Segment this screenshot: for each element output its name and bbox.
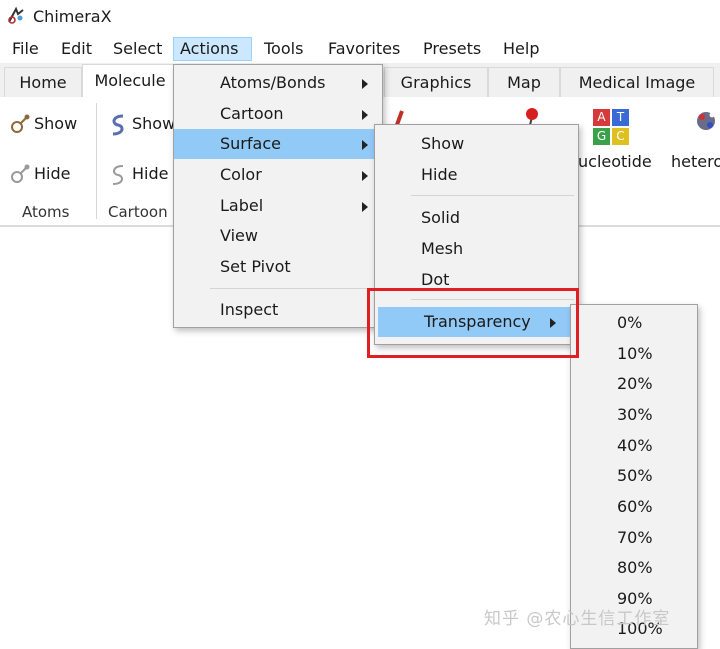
cartoon-hide-icon — [112, 165, 124, 185]
menu-file[interactable]: File — [6, 37, 45, 61]
menu-item-atoms-bonds[interactable]: Atoms/Bonds — [174, 68, 382, 98]
menu-item-surface-show[interactable]: Show — [375, 129, 578, 159]
menu-item-label: 60% — [617, 497, 653, 516]
menu-item-label-submenu[interactable]: Label — [174, 191, 382, 221]
menu-item-surface-hide[interactable]: Hide — [375, 160, 578, 190]
submenu-arrow-icon — [362, 202, 368, 212]
atoms-show-icon — [11, 114, 30, 133]
menu-item-label: Inspect — [220, 300, 279, 319]
menu-item-label: Surface — [220, 134, 281, 153]
menu-item-label: Show — [421, 134, 465, 153]
menu-item-label: Solid — [421, 208, 460, 227]
nucleotide-icon[interactable]: A T G C — [593, 109, 629, 145]
cartoon-show-icon — [112, 114, 124, 136]
nucleotide-a-tile: A — [593, 109, 610, 126]
submenu-arrow-icon — [362, 110, 368, 120]
menu-item-label: 40% — [617, 436, 653, 455]
cartoon-group-label: Cartoon — [108, 203, 168, 221]
hetero-icon[interactable] — [694, 107, 720, 147]
menu-item-label: 50% — [617, 466, 653, 485]
menu-item-label: 0% — [617, 313, 643, 332]
menu-bar: File Edit Select Actions Tools Favorites… — [0, 34, 720, 62]
menu-item-surface[interactable]: Surface — [174, 129, 382, 159]
menu-item-cartoon[interactable]: Cartoon — [174, 99, 382, 129]
menu-item-transparency-10[interactable]: 10% — [571, 339, 697, 369]
atoms-hide-button[interactable]: Hide — [34, 164, 70, 183]
menu-item-set-pivot[interactable]: Set Pivot — [174, 252, 382, 282]
tab-home[interactable]: Home — [4, 67, 82, 97]
atoms-show-button[interactable]: Show — [34, 114, 77, 133]
menu-item-label: Hide — [421, 165, 458, 184]
menu-item-transparency-20[interactable]: 20% — [571, 369, 697, 399]
menu-item-label: Label — [220, 196, 264, 215]
menu-item-label: 80% — [617, 558, 653, 577]
menu-item-transparency-80[interactable]: 80% — [571, 553, 697, 583]
menu-item-label: Color — [220, 165, 262, 184]
submenu-arrow-icon — [362, 79, 368, 89]
tab-molecule[interactable]: Molecule — [82, 64, 178, 98]
menu-actions[interactable]: Actions — [173, 37, 252, 61]
hetero-button-label[interactable]: hetero — [671, 152, 720, 171]
cartoon-hide-button[interactable]: Hide — [132, 164, 168, 183]
menu-item-label: 30% — [617, 405, 653, 424]
ribbon-separator — [96, 103, 97, 219]
actions-dropdown-menu: Atoms/Bonds Cartoon Surface Color Label … — [173, 64, 383, 328]
window-title: ChimeraX — [33, 7, 112, 26]
submenu-arrow-icon — [362, 140, 368, 150]
menu-separator — [210, 288, 378, 289]
menu-item-color[interactable]: Color — [174, 160, 382, 190]
menu-item-transparency-70[interactable]: 70% — [571, 523, 697, 553]
menu-item-surface-solid[interactable]: Solid — [375, 203, 578, 233]
tab-map[interactable]: Map — [488, 67, 560, 97]
submenu-arrow-icon — [362, 171, 368, 181]
menu-item-surface-mesh[interactable]: Mesh — [375, 234, 578, 264]
tab-medical-image[interactable]: Medical Image — [560, 67, 714, 97]
menu-item-label: 20% — [617, 374, 653, 393]
nucleotide-c-tile: C — [612, 128, 629, 145]
menu-item-label: 70% — [617, 528, 653, 547]
menu-item-label: Mesh — [421, 239, 464, 258]
watermark-text: 知乎 @农心生信工作室 — [484, 609, 671, 629]
menu-favorites[interactable]: Favorites — [322, 37, 406, 61]
menu-item-inspect[interactable]: Inspect — [174, 295, 382, 325]
menu-tools[interactable]: Tools — [258, 37, 309, 61]
chimerax-logo-icon — [8, 6, 24, 24]
menu-item-label: Set Pivot — [220, 257, 291, 276]
menu-item-label: View — [220, 226, 258, 245]
menu-item-transparency-0[interactable]: 0% — [571, 308, 697, 338]
title-bar: ChimeraX — [0, 0, 720, 34]
menu-item-label: 10% — [617, 344, 653, 363]
menu-item-transparency-30[interactable]: 30% — [571, 400, 697, 430]
nucleotide-t-tile: T — [612, 109, 629, 126]
menu-item-label: Cartoon — [220, 104, 284, 123]
tab-graphics[interactable]: Graphics — [384, 67, 488, 97]
menu-edit[interactable]: Edit — [55, 37, 98, 61]
menu-item-label: Atoms/Bonds — [220, 73, 326, 92]
menu-presets[interactable]: Presets — [417, 37, 487, 61]
menu-item-transparency-60[interactable]: 60% — [571, 492, 697, 522]
atoms-group-label: Atoms — [22, 203, 70, 221]
menu-help[interactable]: Help — [497, 37, 545, 61]
red-highlight-callout — [367, 288, 579, 358]
menu-separator — [411, 195, 574, 196]
transparency-submenu: 0% 10% 20% 30% 40% 50% 60% 70% 80% 90% 1… — [570, 304, 698, 649]
nucleotide-button-label[interactable]: ucleotide — [578, 152, 652, 171]
menu-item-transparency-40[interactable]: 40% — [571, 431, 697, 461]
menu-item-view[interactable]: View — [174, 221, 382, 251]
menu-item-transparency-50[interactable]: 50% — [571, 461, 697, 491]
nucleotide-g-tile: G — [593, 128, 610, 145]
menu-select[interactable]: Select — [107, 37, 168, 61]
cartoon-show-button[interactable]: Show — [132, 114, 175, 133]
atoms-hide-icon — [11, 164, 30, 183]
